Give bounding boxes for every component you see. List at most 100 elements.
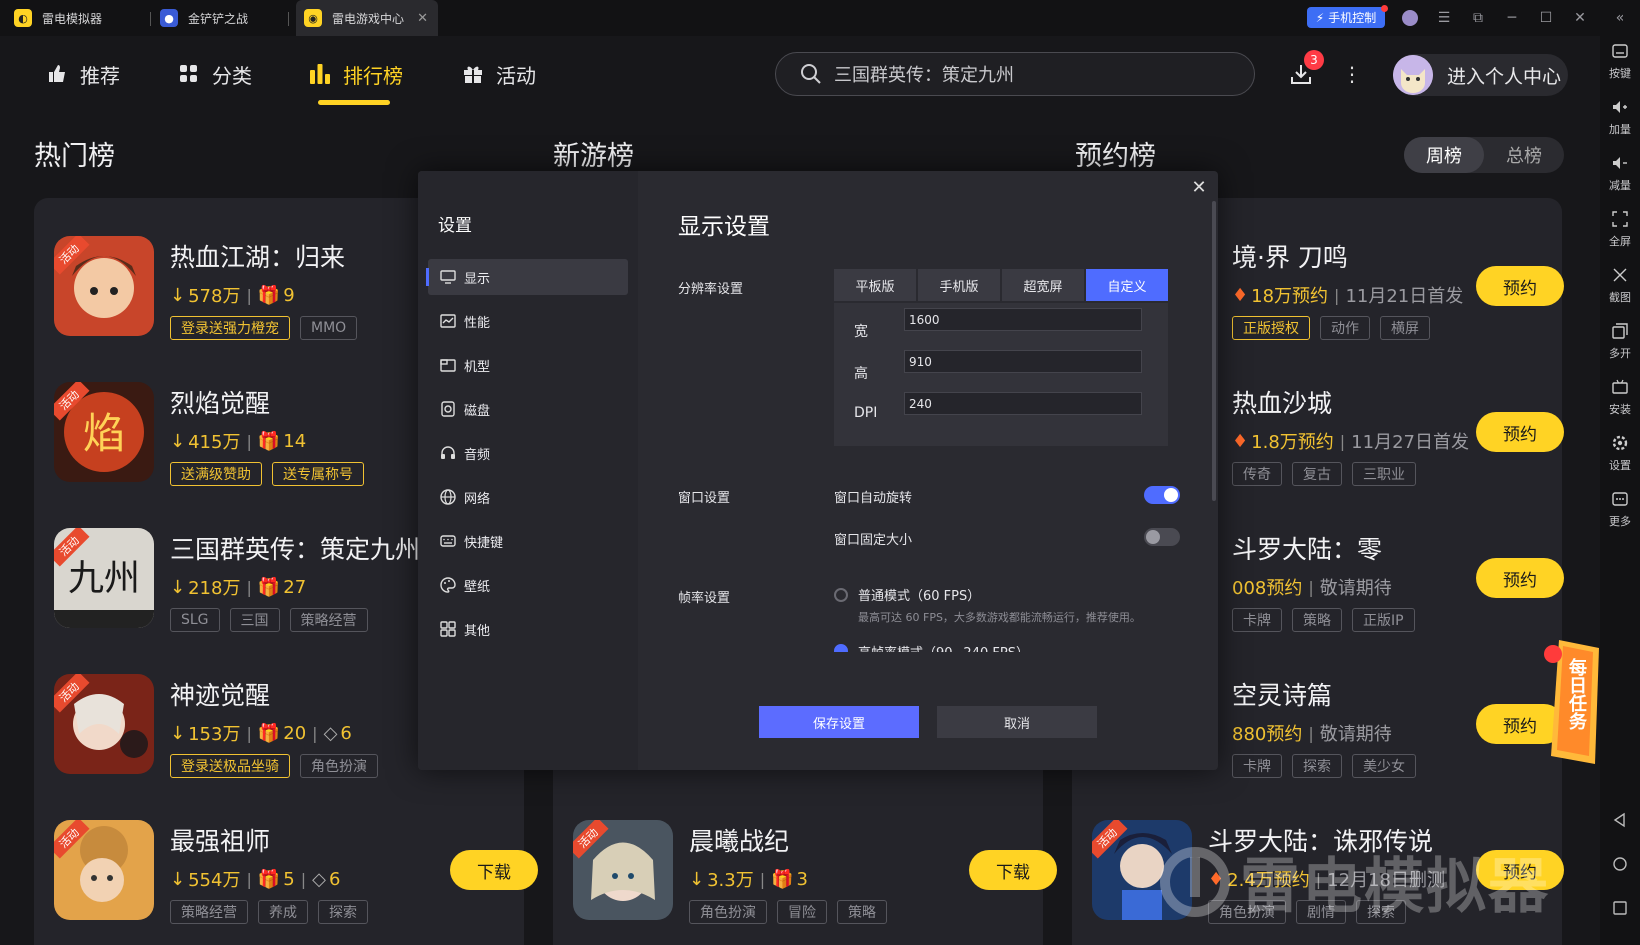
settings-menu-network[interactable]: 网络 [428, 479, 628, 515]
fps-high-row-clipped: 高帧率模式（90~240 FPS） [834, 640, 1204, 652]
cancel-button[interactable]: 取消 [937, 706, 1097, 738]
toggle-total[interactable]: 总榜 [1484, 137, 1564, 173]
settings-menu-wallpaper[interactable]: 壁纸 [428, 567, 628, 603]
reserve-list-title: 预约榜 [1075, 141, 1156, 172]
download-icon: ↓ [170, 284, 186, 306]
toggle-weekly[interactable]: 周榜 [1404, 137, 1484, 173]
mode-tablet[interactable]: 平板版 [834, 269, 916, 301]
close-icon[interactable]: ✕ [1568, 6, 1592, 30]
collapse-sidebar-icon[interactable]: « [1608, 6, 1632, 30]
download-button[interactable]: 下载 [969, 850, 1057, 890]
game-name: 晨曦战纪 [689, 827, 790, 856]
list-item[interactable]: 活动 晨曦战纪 ↓ 3.3万 | 🎁 3 角色扮演 冒险 策略 下载 [573, 820, 1057, 945]
tab-game-center[interactable]: ◉ 雷电游戏中心 ✕ [296, 0, 438, 36]
lightning-icon: ⚡ [1315, 10, 1325, 25]
tag: 复古 [1292, 462, 1342, 486]
grid-icon [178, 63, 200, 85]
game-icon: 活动 [54, 236, 154, 336]
settings-menu-other[interactable]: 其他 [428, 611, 628, 647]
reserve-button[interactable]: 预约 [1476, 266, 1564, 306]
user-center-button[interactable]: 进入个人中心 [1393, 54, 1568, 96]
tag-list: 登录送强力橙宠 MMO [170, 316, 358, 340]
game-stats: ↓ 415万 | 🎁 14 [170, 430, 307, 454]
game-name: 空灵诗篇 [1232, 681, 1333, 710]
home-icon[interactable] [1606, 850, 1634, 878]
tag-list: 角色扮演 冒险 策略 [689, 900, 887, 924]
daily-task-widget[interactable]: 每日任务 [1543, 636, 1601, 768]
search-input[interactable]: 三国群英传：策定九州 [775, 52, 1255, 96]
toolbar-volume-down[interactable]: 减量 [1600, 150, 1640, 200]
fps-normal-radio[interactable] [834, 588, 848, 602]
save-settings-button[interactable]: 保存设置 [759, 706, 919, 738]
reserve-button[interactable]: 预约 [1476, 558, 1564, 598]
audio-icon [440, 445, 456, 461]
toolbar-more[interactable]: 更多 [1600, 486, 1640, 536]
back-icon[interactable] [1606, 806, 1634, 834]
restore-window-icon[interactable]: ⧉ [1466, 6, 1490, 30]
watermark: 雷电模拟器 [1160, 838, 1550, 925]
tag-list: 卡牌 探索 美少女 [1232, 754, 1416, 778]
nav-recommend[interactable]: 推荐 [46, 56, 120, 92]
settings-dialog: 设置 显示 性能 机型 磁盘 音频 网络 快捷键 壁纸 其他 显示设置 分辨率设… [418, 171, 1218, 770]
auto-rotate-toggle[interactable] [1144, 486, 1180, 504]
width-label: 宽 [854, 324, 868, 340]
game-stats: 880预约 | 敬请期待 [1232, 723, 1392, 746]
settings-menu-display[interactable]: 显示 [426, 259, 628, 295]
tag: 送满级赞助 [170, 462, 262, 486]
tag-list: 登录送极品坐骑 角色扮演 [170, 754, 378, 778]
phone-control-button[interactable]: ⚡ 手机控制 [1307, 5, 1388, 28]
resolution-label: 分辨率设置 [678, 282, 744, 297]
coupon-icon: ◇ [312, 868, 326, 890]
settings-menu-performance[interactable]: 性能 [428, 303, 628, 339]
download-button[interactable]: 下载 [450, 850, 538, 890]
tag: 卡牌 [1232, 754, 1282, 778]
height-field[interactable]: 910 [904, 350, 1142, 373]
tab-ldplayer[interactable]: ◐ 雷电模拟器 [14, 0, 102, 36]
nav-ranking[interactable]: 排行榜 [309, 56, 403, 92]
toolbar-volume-up[interactable]: 加量 [1600, 94, 1640, 144]
minimize-icon[interactable]: ─ [1500, 6, 1524, 30]
menu-icon[interactable]: ☰ [1432, 6, 1456, 30]
avatar-small[interactable] [1398, 6, 1422, 30]
tag: MMO [300, 316, 358, 340]
toolbar-install-apk[interactable]: 安装 [1600, 374, 1640, 424]
game-name: 热血沙城 [1232, 389, 1333, 418]
nav-category[interactable]: 分类 [178, 56, 252, 92]
reserve-button[interactable]: 预约 [1476, 412, 1564, 452]
gift-icon: 🎁 [257, 430, 281, 452]
settings-menu-hotkeys[interactable]: 快捷键 [428, 523, 628, 559]
mode-ultrawide[interactable]: 超宽屏 [1002, 269, 1084, 301]
close-tab-icon[interactable]: ✕ [417, 11, 428, 26]
fixed-size-toggle[interactable] [1144, 528, 1180, 546]
toolbar-multi-instance[interactable]: 多开 [1600, 318, 1640, 368]
settings-menu-audio[interactable]: 音频 [428, 435, 628, 471]
settings-menu-device[interactable]: 机型 [428, 347, 628, 383]
nav-activity[interactable]: 活动 [462, 56, 536, 92]
dpi-field[interactable]: 240 [904, 392, 1142, 415]
width-field[interactable]: 1600 [904, 308, 1142, 331]
toolbar-fullscreen[interactable]: 全屏 [1600, 206, 1640, 256]
settings-title: 设置 [438, 216, 472, 236]
more-options-icon[interactable]: ⋮ [1340, 60, 1364, 88]
close-dialog-icon[interactable]: ✕ [1188, 176, 1210, 198]
game-name: 烈焰觉醒 [170, 389, 271, 418]
toolbar-keymap[interactable]: 按键 [1600, 38, 1640, 88]
recent-apps-icon[interactable] [1606, 894, 1634, 922]
toolbar-settings[interactable]: 设置 [1600, 430, 1640, 480]
scrollbar[interactable] [1212, 201, 1216, 501]
maximize-icon[interactable]: ☐ [1534, 6, 1558, 30]
list-item[interactable]: 活动 最强祖师 ↓ 554万 | 🎁 5 | ◇ 6 策略经营 养成 探索 下载 [54, 820, 538, 945]
window-label: 窗口设置 [678, 491, 731, 506]
toolbar-screenshot[interactable]: 截图 [1600, 262, 1640, 312]
ldplayer-logo-icon: ◐ [14, 9, 32, 27]
game-stats: ♦ 1.8万预约 | 11月27日首发 [1232, 430, 1469, 454]
download-icon: ↓ [689, 868, 705, 890]
fps-high-radio[interactable] [834, 644, 848, 652]
tag-list: 送满级赞助 送专属称号 [170, 462, 364, 486]
tag: 探索 [1292, 754, 1342, 778]
settings-menu-disk[interactable]: 磁盘 [428, 391, 628, 427]
resolution-mode-selector: 平板版 手机版 超宽屏 自定义 [834, 269, 1168, 301]
mode-custom[interactable]: 自定义 [1086, 269, 1168, 301]
mode-phone[interactable]: 手机版 [918, 269, 1000, 301]
tab-jinchanchan[interactable]: ● 金铲铲之战 [160, 0, 248, 36]
